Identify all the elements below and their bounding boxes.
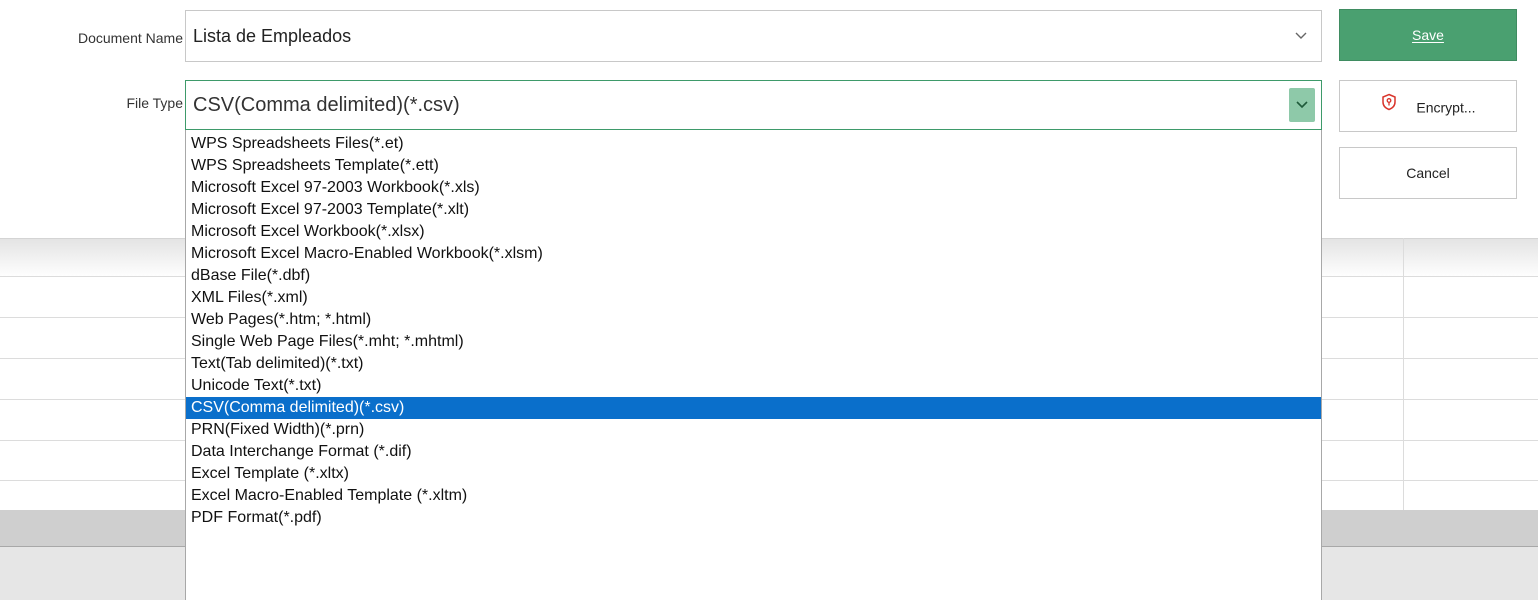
- file-type-option[interactable]: Web Pages(*.htm; *.html): [186, 309, 1321, 331]
- file-type-option[interactable]: Excel Macro-Enabled Template (*.xltm): [186, 485, 1321, 507]
- file-type-option[interactable]: CSV(Comma delimited)(*.csv): [186, 397, 1321, 419]
- file-type-option[interactable]: WPS Spreadsheets Files(*.et): [186, 133, 1321, 155]
- save-button-label: Save: [1412, 27, 1444, 43]
- file-type-option[interactable]: Single Web Page Files(*.mht; *.mhtml): [186, 331, 1321, 353]
- chevron-down-icon[interactable]: [1293, 28, 1309, 44]
- cancel-button-label: Cancel: [1406, 165, 1450, 181]
- file-type-option[interactable]: PDF Format(*.pdf): [186, 507, 1321, 529]
- chevron-down-icon[interactable]: [1289, 88, 1315, 122]
- encrypt-button-label: Encrypt...: [1416, 99, 1476, 116]
- document-name-label: Document Name: [77, 30, 183, 46]
- file-type-value[interactable]: CSV(Comma delimited)(*.csv): [193, 94, 460, 117]
- save-button[interactable]: Save: [1339, 9, 1517, 61]
- file-type-option[interactable]: Microsoft Excel 97-2003 Workbook(*.xls): [186, 177, 1321, 199]
- file-type-option[interactable]: WPS Spreadsheets Template(*.ett): [186, 155, 1321, 177]
- file-type-option[interactable]: PRN(Fixed Width)(*.prn): [186, 419, 1321, 441]
- document-name-value[interactable]: Lista de Empleados: [193, 26, 351, 47]
- file-type-combobox[interactable]: CSV(Comma delimited)(*.csv): [185, 80, 1322, 130]
- file-type-option[interactable]: Unicode Text(*.txt): [186, 375, 1321, 397]
- file-type-option[interactable]: Microsoft Excel 97-2003 Template(*.xlt): [186, 199, 1321, 221]
- shield-lock-icon: [1380, 81, 1398, 131]
- file-type-label: File Type: [126, 95, 183, 111]
- encrypt-button[interactable]: Encrypt...: [1339, 80, 1517, 132]
- file-type-option[interactable]: Excel Template (*.xltx): [186, 463, 1321, 485]
- file-type-option[interactable]: Data Interchange Format (*.dif): [186, 441, 1321, 463]
- cancel-button[interactable]: Cancel: [1339, 147, 1517, 199]
- file-type-option[interactable]: XML Files(*.xml): [186, 287, 1321, 309]
- file-type-option[interactable]: dBase File(*.dbf): [186, 265, 1321, 287]
- file-type-option[interactable]: Microsoft Excel Macro-Enabled Workbook(*…: [186, 243, 1321, 265]
- document-name-combobox[interactable]: Lista de Empleados: [185, 10, 1322, 62]
- file-type-option[interactable]: Microsoft Excel Workbook(*.xlsx): [186, 221, 1321, 243]
- file-type-dropdown-list[interactable]: WPS Spreadsheets Files(*.et) WPS Spreadsh…: [185, 130, 1322, 600]
- sheet-col-line: [1403, 238, 1404, 510]
- file-type-option[interactable]: Text(Tab delimited)(*.txt): [186, 353, 1321, 375]
- save-as-dialog: Document Name Lista de Empleados File Ty…: [0, 0, 1538, 600]
